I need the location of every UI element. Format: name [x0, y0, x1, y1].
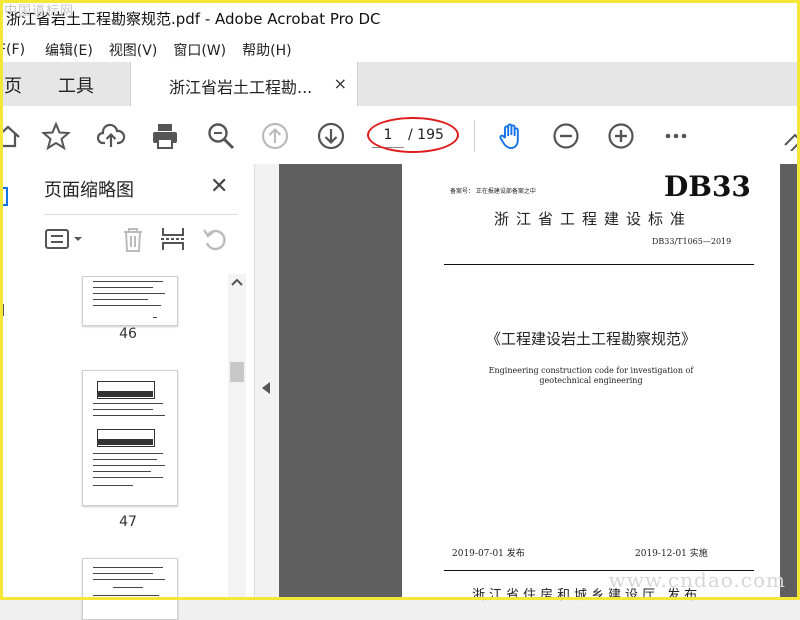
document-viewport: 备案号： 正在报建设部备案之中 DB33 浙江省工程建设标准 DB33/T106… — [279, 164, 800, 603]
title-bar: 浙江省岩土工程勘察规范.pdf - Adobe Acrobat Pro DC — [0, 0, 800, 38]
watermark-bottom-right: www.cndao.com — [608, 568, 786, 592]
page-rule-top — [444, 264, 754, 265]
panel-close-icon[interactable]: ✕ — [210, 174, 228, 199]
scrollbar-thumb[interactable] — [230, 362, 244, 382]
standard-code-heading: DB33 — [664, 170, 751, 203]
menu-help[interactable]: 帮助(H) — [242, 40, 291, 60]
hand-tool-icon[interactable] — [495, 120, 527, 152]
document-page: 备案号： 正在报建设部备案之中 DB33 浙江省工程建设标准 DB33/T106… — [402, 164, 780, 603]
print-icon[interactable] — [149, 120, 181, 152]
zoom-out-icon[interactable] — [550, 120, 582, 152]
menu-file[interactable]: F(F) — [0, 42, 25, 58]
thumbnail-page-47[interactable] — [82, 370, 178, 506]
tab-close-icon[interactable]: × — [334, 74, 347, 93]
thumbnail-page-46[interactable] — [82, 276, 178, 326]
standard-type: 浙江省工程建设标准 — [494, 210, 693, 228]
document-title: 《工程建设岩土工程勘察规范》 — [485, 330, 696, 348]
thumbnail-page-48[interactable] — [82, 558, 178, 620]
scroll-up-icon[interactable] — [231, 277, 243, 287]
left-nav-strip — [0, 164, 25, 600]
panel-divider — [44, 214, 238, 215]
zoom-in-icon[interactable] — [605, 120, 637, 152]
menu-view[interactable]: 视图(V) — [109, 40, 158, 60]
cloud-upload-icon[interactable] — [95, 120, 127, 152]
effective-date: 2019-12-01 实施 — [635, 549, 708, 559]
menu-bar: F(F) 编辑(E) 视图(V) 窗口(W) 帮助(H) — [0, 38, 800, 62]
english-title-line2: geotechnical engineering — [539, 376, 643, 385]
watermark-top-left: 中国道标网 — [4, 4, 75, 19]
tab-document[interactable]: 浙江省岩土工程勘... × — [130, 62, 358, 107]
english-title: Engineering construction code for invest… — [402, 366, 780, 386]
star-icon[interactable] — [40, 120, 72, 152]
tab-home[interactable]: 页 — [4, 72, 22, 98]
thumbnail-options-icon[interactable] — [44, 224, 88, 254]
tab-document-label: 浙江省岩土工程勘... — [169, 78, 313, 97]
thumbnail-scrollbar[interactable] — [228, 274, 246, 600]
delete-icon[interactable] — [118, 224, 148, 254]
page-down-icon[interactable] — [315, 120, 347, 152]
toolbar-divider — [474, 120, 475, 152]
page-up-icon[interactable] — [259, 120, 291, 152]
panel-title: 页面缩略图 — [44, 180, 134, 201]
attach-icon[interactable] — [2, 304, 10, 316]
thumbnail-page-number: 46 — [119, 326, 137, 342]
bookmark-icon[interactable] — [0, 186, 10, 208]
menu-edit[interactable]: 编辑(E) — [45, 40, 93, 60]
extract-icon[interactable] — [158, 224, 188, 254]
tab-bar: 页 工具 浙江省岩土工程勘... × — [0, 62, 800, 107]
home-icon[interactable] — [0, 120, 24, 152]
english-title-line1: Engineering construction code for invest… — [488, 366, 694, 375]
record-number: 备案号： 正在报建设部备案之中 — [450, 188, 536, 195]
rotate-icon[interactable] — [200, 224, 230, 254]
thumbnails-panel: 页面缩略图 ✕ 46 47 — [24, 164, 254, 620]
tab-tools[interactable]: 工具 — [58, 72, 94, 98]
thumbnail-list: 46 47 — [44, 268, 250, 620]
thumbnail-page-number: 47 — [119, 514, 137, 530]
menu-window[interactable]: 窗口(W) — [173, 40, 226, 60]
panel-collapse-strip[interactable] — [254, 164, 279, 600]
publish-date: 2019-07-01 发布 — [452, 549, 525, 559]
comment-icon[interactable] — [780, 120, 800, 152]
highlight-circle — [367, 117, 459, 153]
standard-number: DB33/T1065—2019 — [652, 237, 732, 246]
collapse-arrow-icon[interactable] — [262, 382, 270, 394]
zoom-search-icon[interactable] — [205, 120, 237, 152]
more-icon[interactable] — [660, 120, 692, 152]
